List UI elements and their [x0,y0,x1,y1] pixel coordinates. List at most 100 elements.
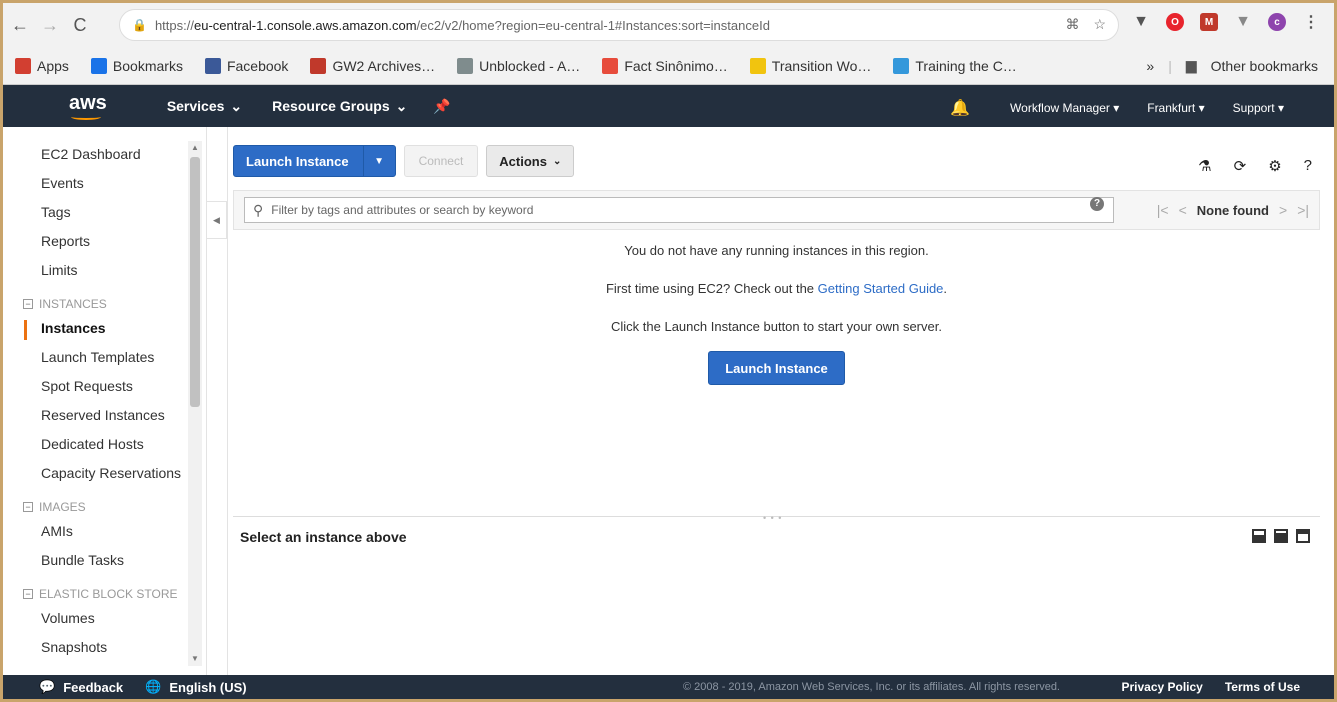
flask-icon[interactable]: ⚗ [1198,157,1211,175]
bookmark-label: Transition Wo… [771,57,872,74]
collapse-section-icon[interactable]: − [23,588,33,599]
bookmark-item[interactable]: Transition Wo… [749,57,872,74]
sidebar-item[interactable]: Reserved Instances [41,405,181,434]
collapse-section-icon[interactable]: − [23,298,33,309]
launch-hint: Click the Launch Instance button to star… [611,319,942,334]
sidebar-item[interactable]: Spot Requests [41,376,181,405]
collapse-sidebar-button[interactable]: ◀ [207,201,227,239]
sidebar-scrollbar[interactable]: ▲ ▼ [188,141,202,666]
bookmark-item[interactable]: Training the C… [893,57,1017,74]
gear-icon[interactable]: ⚙ [1268,157,1281,175]
sidebar-item[interactable]: Reports [41,231,181,260]
vpn-extension-icon[interactable]: ▼ [1132,13,1150,31]
launch-instance-label: Launch Instance [246,153,349,169]
forward-icon[interactable]: → [37,12,63,38]
last-page-icon[interactable]: >| [1297,202,1309,218]
privacy-policy-link[interactable]: Privacy Policy [1121,680,1202,694]
pin-icon[interactable]: 📌 [433,98,450,115]
sidebar-item[interactable]: Bundle Tasks [41,550,181,579]
mail-extension-icon[interactable]: M [1200,13,1218,31]
first-page-icon[interactable]: |< [1157,202,1169,218]
language-selector[interactable]: 🌐 English (US) [145,679,246,695]
region-menu[interactable]: Frankfurt ▾ [1147,101,1204,115]
translate-icon[interactable]: ⌘ [1065,16,1079,33]
feedback-link[interactable]: 💬 Feedback [39,679,123,695]
layout-bottom-large-icon[interactable] [1274,529,1288,543]
launch-instance-cta-button[interactable]: Launch Instance [708,351,845,385]
fact-icon [602,57,619,74]
bookmark-label: Facebook [226,57,289,74]
aws-logo[interactable]: aws [69,92,107,120]
chevron-down-icon: ⌄ [230,97,243,114]
sidebar-section-header[interactable]: − INSTANCES [23,289,181,318]
reload-icon[interactable]: C [67,12,93,38]
opera-extension-icon[interactable]: O [1166,13,1184,31]
prev-page-icon[interactable]: < [1179,202,1187,218]
lock-icon: 🔒 [132,18,147,32]
sidebar-item[interactable]: Launch Templates [41,347,181,376]
sidebar-item[interactable]: Limits [41,260,181,289]
sidebar-item[interactable]: Events [41,173,181,202]
profile-avatar-icon[interactable]: c [1268,13,1286,31]
other-bookmarks-button[interactable]: Other bookmarks [1211,58,1318,74]
url-host: eu-central-1.console.aws.amazon.com [193,17,417,33]
details-title: Select an instance above [240,529,407,545]
back-icon[interactable]: ← [7,12,33,38]
section-label: ELASTIC BLOCK STORE [39,586,178,601]
bookmark-label: Fact Sinônimo… [624,57,728,74]
drag-handle-icon[interactable]: • • • [763,513,782,523]
filter-help-icon[interactable]: ? [1090,197,1104,211]
actions-button[interactable]: Actions ⌄ [486,145,575,177]
pager-status: None found [1196,202,1269,218]
scroll-up-icon[interactable]: ▲ [190,143,200,153]
account-menu[interactable]: Workflow Manager ▾ [1010,101,1119,115]
sidebar-item[interactable]: Instances [41,318,181,347]
terms-of-use-link[interactable]: Terms of Use [1225,680,1300,694]
bookmark-item[interactable]: Bookmarks [90,57,183,74]
sidebar-item[interactable]: EC2 Dashboard [41,144,181,173]
launch-instance-button[interactable]: Launch Instance ▼ [233,145,396,177]
launch-dropdown-icon[interactable]: ▼ [362,146,395,176]
services-label: Services [166,98,225,114]
scroll-down-icon[interactable]: ▼ [190,654,200,664]
aws-smile-icon [71,114,101,120]
sidebar-section-header[interactable]: − ELASTIC BLOCK STORE [23,579,181,608]
refresh-icon[interactable]: ⟳ [1234,157,1247,175]
sidebar-item[interactable]: Tags [41,202,181,231]
sidebar-item[interactable]: AMIs [41,521,181,550]
section-label: INSTANCES [39,296,107,311]
sidebar-nav: EC2 Dashboard Events Tags Reports Limits − INS… [23,144,181,666]
transition-icon [749,57,766,74]
connect-button[interactable]: Connect [403,145,479,177]
more-bookmarks-button[interactable]: » [1146,58,1154,74]
next-page-icon[interactable]: > [1279,202,1287,218]
resource-groups-label: Resource Groups [272,98,390,114]
services-menu[interactable]: Services ⌄ [167,98,242,115]
help-icon[interactable]: ? [1304,157,1312,175]
support-menu[interactable]: Support ▾ [1233,101,1284,115]
bookmark-label: Bookmarks [112,57,183,74]
bookmark-star-icon[interactable]: ☆ [1093,16,1106,33]
collapse-section-icon[interactable]: − [23,501,33,512]
layout-bottom-icon[interactable] [1252,529,1266,543]
bookmark-item[interactable]: Fact Sinônimo… [602,57,728,74]
sidebar-item[interactable]: Volumes [41,608,181,637]
address-bar[interactable]: 🔒 https://eu-central-1.console.aws.amazo… [119,9,1119,41]
sidebar-item[interactable]: Dedicated Hosts [41,434,181,463]
filter-input[interactable]: ⚲ Filter by tags and attributes or searc… [244,197,1114,223]
getting-started-link[interactable]: Getting Started Guide [818,281,944,296]
bookmark-item[interactable]: GW2 Archives… [310,57,436,74]
bookmark-label: GW2 Archives… [332,57,436,74]
resource-groups-menu[interactable]: Resource Groups ⌄ [272,98,407,115]
sidebar-section-header[interactable]: − IMAGES [23,492,181,521]
sidebar-item[interactable]: Snapshots [41,637,181,666]
vuejs-extension-icon[interactable]: ▼ [1234,13,1252,31]
layout-top-icon[interactable] [1296,529,1310,543]
bell-icon[interactable]: 🔔 [950,98,970,118]
bookmark-item[interactable]: Facebook [204,57,289,74]
bookmark-item[interactable]: Unblocked - A… [457,57,580,74]
scroll-thumb[interactable] [190,157,200,407]
bookmark-item[interactable]: Apps [15,57,69,74]
chrome-menu-icon[interactable]: ⋮ [1302,13,1320,31]
sidebar-item[interactable]: Capacity Reservations [41,463,181,492]
